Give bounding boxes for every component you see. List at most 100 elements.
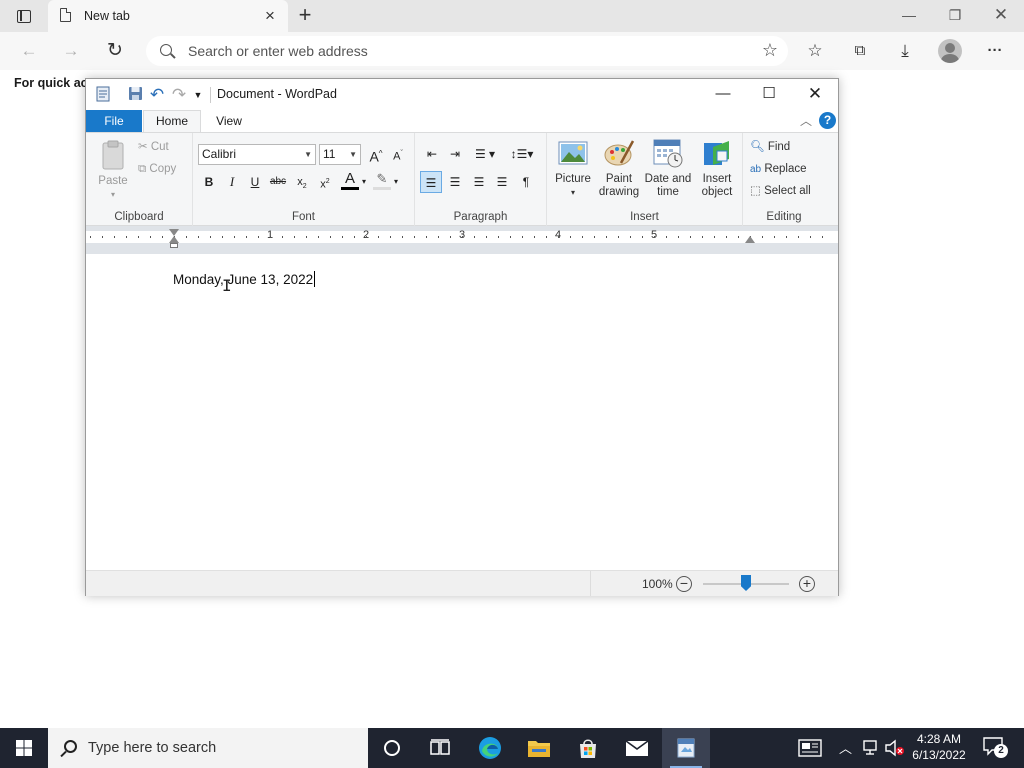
browser-restore-button[interactable]: ❐ bbox=[932, 0, 978, 30]
cortana-button[interactable] bbox=[368, 728, 416, 768]
text-color-icon[interactable]: A bbox=[341, 170, 359, 190]
new-tab-button[interactable]: + bbox=[292, 4, 318, 28]
network-icon[interactable] bbox=[862, 739, 882, 760]
replace-button[interactable]: ab Replace bbox=[750, 159, 807, 179]
right-indent-marker[interactable] bbox=[745, 236, 755, 243]
underline-icon[interactable]: U bbox=[244, 171, 266, 193]
strikethrough-icon[interactable]: abc bbox=[267, 171, 289, 193]
mail-button[interactable] bbox=[613, 728, 661, 768]
font-family-select[interactable]: Calibri ▼ bbox=[198, 144, 316, 165]
start-button[interactable] bbox=[0, 728, 48, 768]
datetime-label-line1: Date and bbox=[644, 173, 692, 185]
collections-icon[interactable]: ⧉ bbox=[845, 37, 875, 65]
help-icon[interactable]: ? bbox=[819, 112, 836, 129]
tab-actions-button[interactable] bbox=[6, 4, 42, 28]
undo-icon[interactable]: ↶ bbox=[148, 86, 166, 104]
line-spacing-icon[interactable]: ↕☰▾ bbox=[507, 143, 537, 165]
insert-object-button[interactable]: Insert object bbox=[695, 137, 739, 199]
downloads-icon[interactable]: ⤓ bbox=[890, 37, 920, 65]
wordpad-maximize-button[interactable]: ☐ bbox=[746, 79, 792, 109]
profile-avatar[interactable] bbox=[938, 39, 962, 63]
left-indent-marker[interactable] bbox=[170, 243, 178, 248]
ruler[interactable]: 1 2 3 4 5 bbox=[86, 226, 838, 254]
taskbar-search-box[interactable]: Type here to search bbox=[48, 728, 368, 768]
paste-button[interactable]: Paste ▾ bbox=[92, 139, 134, 201]
address-bar[interactable]: Search or enter web address ☆ bbox=[146, 36, 788, 66]
decrease-indent-icon[interactable]: ⇤ bbox=[421, 143, 443, 165]
notifications-button[interactable]: 2 bbox=[980, 736, 1010, 760]
store-button[interactable] bbox=[564, 728, 612, 768]
justify-icon[interactable]: ☰ bbox=[491, 171, 513, 193]
highlight-dropdown-icon[interactable]: ▾ bbox=[390, 171, 402, 193]
tab-home[interactable]: Home bbox=[143, 110, 201, 133]
volume-muted-icon[interactable] bbox=[884, 739, 906, 760]
date-time-button[interactable]: Date and time bbox=[643, 137, 693, 199]
ruler-tick bbox=[354, 236, 355, 238]
picture-button[interactable]: Picture ▾ bbox=[551, 137, 595, 199]
text-color-dropdown-icon[interactable]: ▾ bbox=[358, 171, 370, 193]
browser-minimize-button[interactable]: — bbox=[886, 0, 932, 30]
minimize-ribbon-icon[interactable]: ︿ bbox=[800, 112, 812, 129]
add-favorite-icon[interactable]: ☆ bbox=[762, 40, 778, 61]
paint-drawing-button[interactable]: Paint drawing bbox=[597, 137, 641, 199]
address-input[interactable]: Search or enter web address bbox=[188, 43, 368, 59]
align-right-icon[interactable]: ☰ bbox=[468, 171, 490, 193]
taskbar-search-input[interactable]: Type here to search bbox=[88, 740, 216, 756]
bullets-icon[interactable]: ☰ ▾ bbox=[469, 143, 501, 165]
forward-button[interactable]: → bbox=[56, 37, 86, 65]
ruler-tick bbox=[702, 236, 703, 238]
customize-quick-access-icon[interactable]: ▼ bbox=[189, 86, 207, 104]
cut-button[interactable]: ✂ Cut bbox=[138, 137, 169, 157]
subscript-icon[interactable]: x2 bbox=[291, 171, 313, 193]
document-text[interactable]: Monday, June 13, 2022 bbox=[173, 271, 316, 287]
wordpad-minimize-button[interactable]: — bbox=[700, 79, 746, 109]
copy-button[interactable]: ⧉ Copy bbox=[138, 159, 176, 179]
refresh-button[interactable]: ↻ bbox=[100, 37, 130, 65]
italic-icon[interactable]: I bbox=[221, 171, 243, 193]
tab-close-button[interactable]: × bbox=[260, 6, 280, 26]
back-button[interactable]: ← bbox=[14, 37, 44, 65]
task-view-button[interactable] bbox=[416, 728, 464, 768]
increase-indent-icon[interactable]: ⇥ bbox=[444, 143, 466, 165]
document-area[interactable]: Monday, June 13, 2022 I bbox=[86, 254, 838, 570]
browser-close-button[interactable]: ✕ bbox=[978, 0, 1024, 30]
paragraph-settings-icon[interactable]: ¶ bbox=[515, 171, 537, 193]
grow-font-icon[interactable]: A^ bbox=[365, 143, 387, 165]
hanging-indent-marker[interactable] bbox=[169, 236, 179, 243]
favorites-icon[interactable]: ☆ bbox=[800, 37, 830, 65]
redo-icon[interactable]: ↷ bbox=[170, 86, 188, 104]
highlight-icon[interactable]: ✎ bbox=[373, 170, 391, 190]
align-center-icon[interactable]: ☰ bbox=[444, 171, 466, 193]
shrink-font-icon[interactable]: Aˇ bbox=[387, 143, 409, 165]
mail-icon bbox=[625, 740, 649, 756]
superscript-icon[interactable]: x2 bbox=[314, 171, 336, 193]
font-size-select[interactable]: 11 ▼ bbox=[319, 144, 361, 165]
tab-file[interactable]: File bbox=[86, 110, 142, 132]
find-button[interactable]: 🔍︎ Find bbox=[750, 137, 790, 157]
taskbar-clock[interactable]: 4:28 AM 6/13/2022 bbox=[908, 731, 970, 763]
more-options-icon[interactable]: ··· bbox=[980, 37, 1010, 65]
ruler-tick bbox=[270, 236, 271, 238]
show-hidden-icons-icon[interactable]: ︿ bbox=[839, 738, 852, 757]
save-icon[interactable] bbox=[126, 86, 144, 104]
first-line-indent-marker[interactable] bbox=[169, 229, 179, 236]
wordpad-close-button[interactable]: ✕ bbox=[792, 79, 838, 109]
ruler-tick bbox=[234, 236, 235, 238]
select-all-button[interactable]: ⬚ Select all bbox=[750, 181, 811, 201]
edge-taskbar-button[interactable] bbox=[466, 728, 514, 768]
ruler-tick bbox=[390, 236, 391, 238]
scissors-icon: ✂ bbox=[138, 141, 148, 153]
wordpad-taskbar-button[interactable] bbox=[662, 728, 710, 768]
tab-view[interactable]: View bbox=[204, 110, 254, 132]
text-caret bbox=[314, 271, 316, 287]
news-widget-icon[interactable] bbox=[798, 739, 822, 760]
file-explorer-button[interactable] bbox=[515, 728, 563, 768]
zoom-in-button[interactable]: + bbox=[799, 576, 815, 592]
bold-icon[interactable]: B bbox=[198, 171, 220, 193]
zoom-out-button[interactable]: − bbox=[676, 576, 692, 592]
align-left-icon[interactable]: ☰ bbox=[420, 171, 442, 193]
zoom-slider-thumb[interactable] bbox=[741, 575, 751, 591]
wordpad-app-icon[interactable] bbox=[94, 86, 112, 104]
ruler-tick bbox=[222, 236, 223, 238]
browser-tab[interactable]: New tab × bbox=[48, 0, 288, 32]
